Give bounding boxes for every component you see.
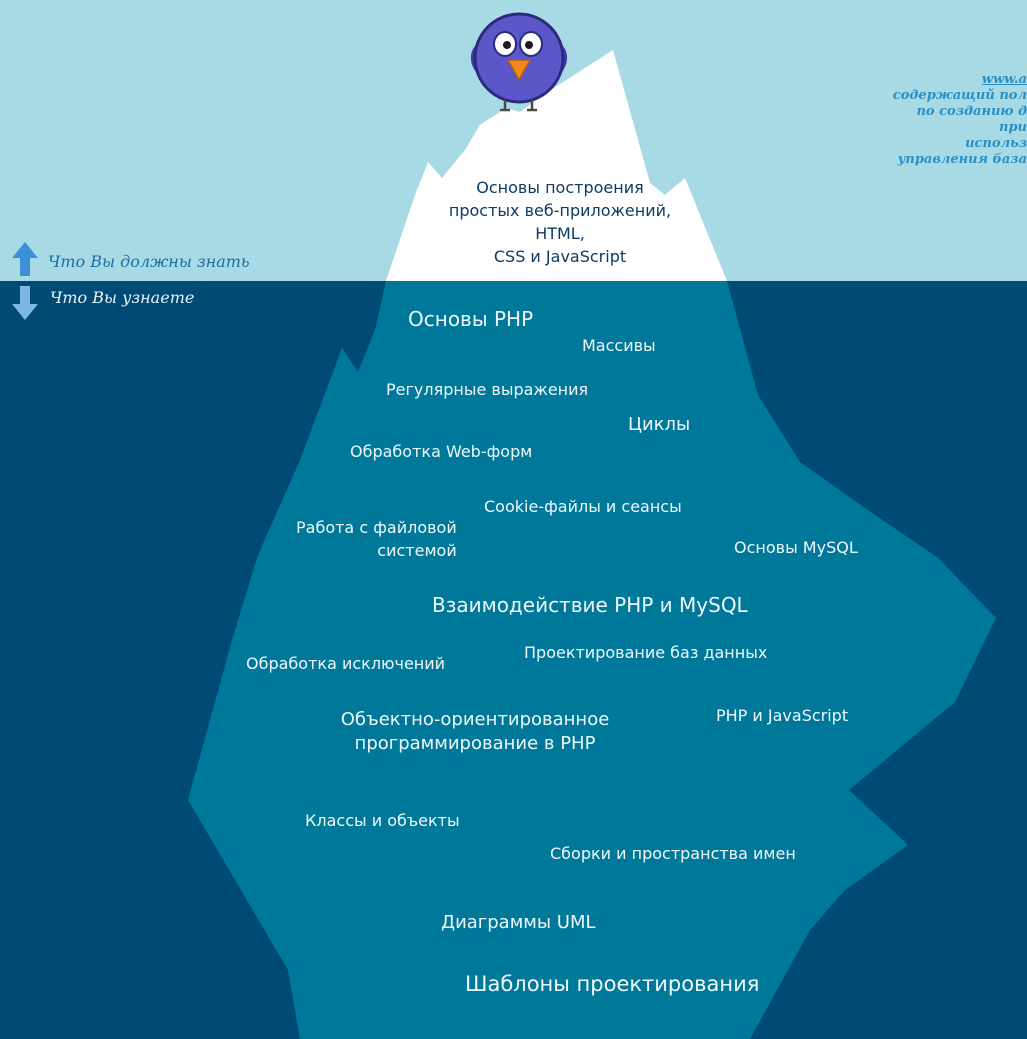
corner-line: по созданию д — [916, 104, 1027, 119]
topic-uml: Диаграммы UML — [441, 912, 596, 933]
tip-line: Основы построения — [476, 178, 644, 197]
topic-filesystem-line: Работа с файловой — [296, 518, 457, 537]
topic-php-mysql: Взаимодействие PHP и MySQL — [432, 593, 748, 617]
topic-db-design: Проектирование баз данных — [524, 643, 768, 662]
topic-oop-line: Объектно-ориентированное — [340, 709, 610, 730]
arrow-down-icon — [12, 286, 38, 320]
corner-link[interactable]: www.a — [867, 72, 1027, 88]
legend-below: Что Вы узнаете — [50, 288, 195, 307]
topic-php-js: PHP и JavaScript — [716, 706, 849, 725]
topic-arrays: Массивы — [582, 336, 656, 355]
topic-oop: Объектно-ориентированное программировани… — [330, 708, 620, 756]
topic-exceptions: Обработка исключений — [246, 654, 446, 673]
topic-loops: Циклы — [628, 414, 691, 435]
topic-namespaces: Сборки и пространства имен — [550, 844, 796, 863]
topic-filesystem-line: системой — [377, 541, 457, 560]
topic-patterns: Шаблоны проектирования — [465, 972, 760, 996]
corner-line: управления база — [897, 152, 1027, 167]
topic-mysql-basics: Основы MySQL — [734, 538, 858, 557]
corner-line: содержащий пол — [892, 88, 1027, 103]
topic-php-basics: Основы PHP — [408, 307, 534, 331]
corner-line: при — [999, 120, 1027, 135]
legend-above: Что Вы должны знать — [48, 252, 250, 271]
tip-line: CSS и JavaScript — [493, 247, 627, 266]
corner-description: www.a содержащий пол по созданию д при и… — [867, 72, 1027, 168]
topic-regex: Регулярные выражения — [386, 380, 589, 399]
iceberg-tip-text: Основы построения простых веб-приложений… — [430, 176, 690, 268]
arrow-up-icon — [12, 242, 38, 276]
topic-classes: Классы и объекты — [305, 811, 460, 830]
topic-filesystem: Работа с файловой системой — [296, 516, 457, 562]
topic-forms: Обработка Web-форм — [350, 442, 533, 461]
topic-cookies: Cookie-файлы и сеансы — [484, 497, 682, 516]
topic-oop-line: программирование в PHP — [354, 733, 596, 754]
tip-line: простых веб-приложений, — [448, 201, 672, 220]
tip-line: HTML, — [535, 224, 585, 243]
corner-line: использ — [965, 136, 1027, 151]
